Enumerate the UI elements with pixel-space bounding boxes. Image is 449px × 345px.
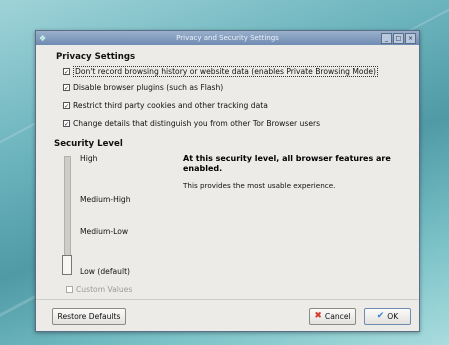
restore-defaults-button[interactable]: Restore Defaults: [52, 308, 126, 325]
level-high[interactable]: High: [80, 154, 97, 163]
level-medium-high[interactable]: Medium-High: [80, 195, 131, 204]
level-medium-low[interactable]: Medium-Low: [80, 227, 128, 236]
ok-label: OK: [387, 312, 399, 321]
cancel-button[interactable]: ✖ Cancel: [309, 308, 356, 325]
level-low-default[interactable]: Low (default): [80, 267, 130, 276]
option-no-history[interactable]: ✓ Don't record browsing history or websi…: [63, 66, 379, 77]
privacy-settings-dialog: ❖ Privacy and Security Settings _ □ × Pr…: [35, 30, 420, 332]
checkbox-disable-plugins[interactable]: ✓: [63, 84, 70, 92]
checkbox-change-details[interactable]: ✓: [63, 120, 70, 128]
restore-defaults-label: Restore Defaults: [57, 312, 121, 321]
close-icon[interactable]: ×: [405, 33, 416, 44]
security-level-heading: Security Level: [54, 139, 123, 149]
option-label: Disable browser plugins (such as Flash): [73, 83, 224, 92]
option-label: Don't record browsing history or website…: [73, 66, 379, 77]
checkbox-no-history[interactable]: ✓: [63, 68, 70, 76]
cancel-label: Cancel: [324, 312, 351, 321]
option-disable-plugins[interactable]: ✓ Disable browser plugins (such as Flash…: [63, 83, 223, 92]
ok-check-icon: ✔: [376, 311, 385, 321]
security-slider-handle[interactable]: [62, 255, 72, 275]
window-controls: _ □ ×: [381, 33, 416, 44]
minimize-icon[interactable]: _: [381, 33, 392, 44]
security-level-info-heading: At this security level, all browser feat…: [183, 154, 391, 173]
option-label: Restrict third party cookies and other t…: [73, 101, 268, 110]
custom-values-option[interactable]: Custom Values: [66, 285, 132, 294]
window-titlebar[interactable]: ❖ Privacy and Security Settings _ □ ×: [36, 31, 419, 45]
option-change-details[interactable]: ✓ Change details that distinguish you fr…: [63, 119, 320, 128]
window-title: Privacy and Security Settings: [176, 34, 279, 42]
custom-values-label: Custom Values: [76, 285, 133, 294]
privacy-settings-heading: Privacy Settings: [56, 52, 136, 62]
checkbox-custom-values[interactable]: [66, 286, 73, 293]
option-label: Change details that distinguish you from…: [73, 119, 321, 128]
security-level-info-desc: This provides the most usable experience…: [183, 181, 336, 190]
option-restrict-cookies[interactable]: ✓ Restrict third party cookies and other…: [63, 101, 268, 110]
checkbox-restrict-cookies[interactable]: ✓: [63, 102, 70, 110]
maximize-icon[interactable]: □: [393, 33, 404, 44]
cancel-icon: ✖: [314, 311, 322, 321]
divider: [36, 299, 419, 300]
ok-button[interactable]: ✔ OK: [364, 308, 411, 325]
